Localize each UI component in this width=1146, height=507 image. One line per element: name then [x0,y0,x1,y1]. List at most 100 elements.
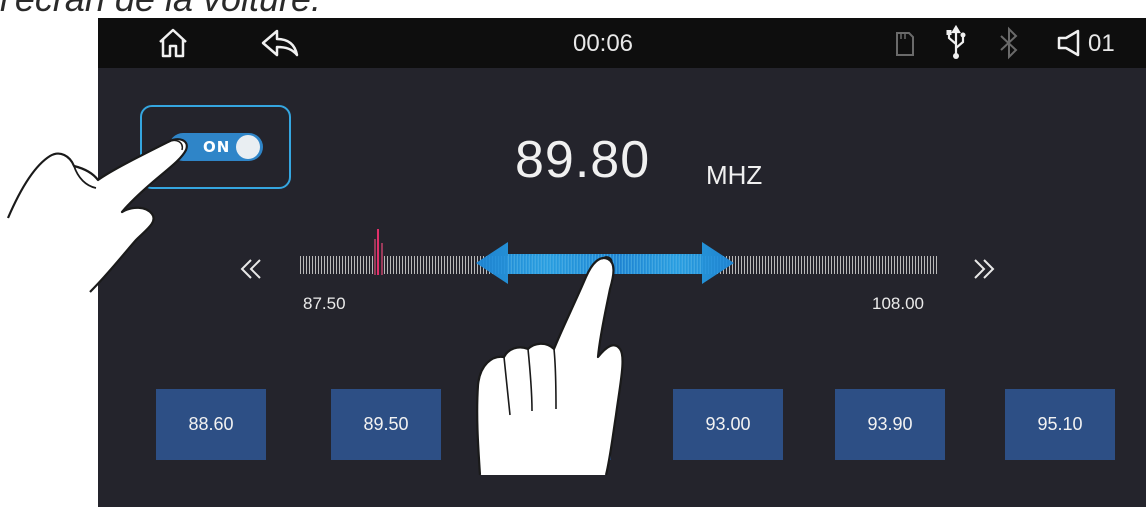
scale-tick [414,256,415,274]
scale-tick [774,256,775,274]
arrow-tick [694,254,695,274]
scale-tick [753,256,754,274]
scale-tick [411,256,412,274]
scale-tick [342,256,343,274]
arrow-tick [691,254,692,274]
current-frequency-marker-side [381,243,383,275]
scale-tick [438,256,439,274]
scale-tick [846,256,847,274]
scale-tick [321,256,322,274]
current-frequency-marker-side [374,239,376,275]
scale-tick [402,256,403,274]
scale-tick [399,256,400,274]
scale-tick [444,256,445,274]
arrow-tick [697,254,698,274]
arrow-tick [670,254,671,274]
scale-tick [369,256,370,274]
scale-tick [927,256,928,274]
scale-tick [804,256,805,274]
scale-tick [462,256,463,274]
preset-button-4[interactable]: 93.00 [673,389,783,460]
scale-tick [762,256,763,274]
scale-tick [834,256,835,274]
scale-tick [372,256,373,274]
scale-tick [873,256,874,274]
scale-tick [909,256,910,274]
scale-tick [840,256,841,274]
scale-tick [855,256,856,274]
scale-tick [432,256,433,274]
scale-tick [426,256,427,274]
scale-tick [360,256,361,274]
scale-tick [936,256,937,274]
arrow-tick [688,254,689,274]
scale-tick [894,256,895,274]
scale-tick [819,256,820,274]
scale-tick [351,256,352,274]
arrow-tick [700,254,701,274]
scale-tick [822,256,823,274]
preset-button-2[interactable]: 89.50 [331,389,441,460]
scale-tick [441,256,442,274]
scale-tick [435,256,436,274]
range-max-label: 108.00 [872,294,924,313]
scale-tick [741,256,742,274]
scale-tick [447,256,448,274]
scale-tick [417,256,418,274]
seek-forward-icon[interactable] [972,258,996,280]
scale-tick [813,256,814,274]
scale-tick [918,256,919,274]
scale-tick [810,256,811,274]
scale-tick [915,256,916,274]
scale-tick [384,256,385,274]
scale-tick [903,256,904,274]
scale-tick [765,256,766,274]
scale-tick [783,256,784,274]
scale-tick [897,256,898,274]
scale-tick [303,256,304,274]
scale-tick [453,256,454,274]
scale-tick [363,256,364,274]
scale-tick [465,256,466,274]
scale-tick [816,256,817,274]
scale-tick [837,256,838,274]
scale-tick [429,256,430,274]
arrow-tick [679,254,680,274]
scale-tick [756,256,757,274]
scale-tick [366,256,367,274]
scale-tick [408,256,409,274]
scale-tick [459,256,460,274]
scale-tick [771,256,772,274]
scale-tick [768,256,769,274]
scale-tick [831,256,832,274]
scale-tick [924,256,925,274]
scale-tick [744,256,745,274]
scale-tick [930,256,931,274]
scale-tick [777,256,778,274]
scale-tick [795,256,796,274]
scale-tick [786,256,787,274]
range-min-label: 87.50 [303,294,346,313]
scale-tick [339,256,340,274]
scale-tick [354,256,355,274]
scale-tick [318,256,319,274]
scale-tick [870,256,871,274]
scale-tick [876,256,877,274]
scale-tick [861,256,862,274]
scale-tick [828,256,829,274]
scale-tick [933,256,934,274]
scale-tick [732,256,733,274]
scale-tick [468,256,469,274]
scale-tick [798,256,799,274]
preset-button-6[interactable]: 95.10 [1005,389,1115,460]
scale-tick [336,256,337,274]
scale-tick [825,256,826,274]
scale-tick [888,256,889,274]
preset-button-5[interactable]: 93.90 [835,389,945,460]
scale-tick [387,256,388,274]
scale-tick [390,256,391,274]
scale-tick [735,256,736,274]
caption-text: l'écran de la voiture. [0,0,321,20]
scale-tick [807,256,808,274]
scale-tick [393,256,394,274]
